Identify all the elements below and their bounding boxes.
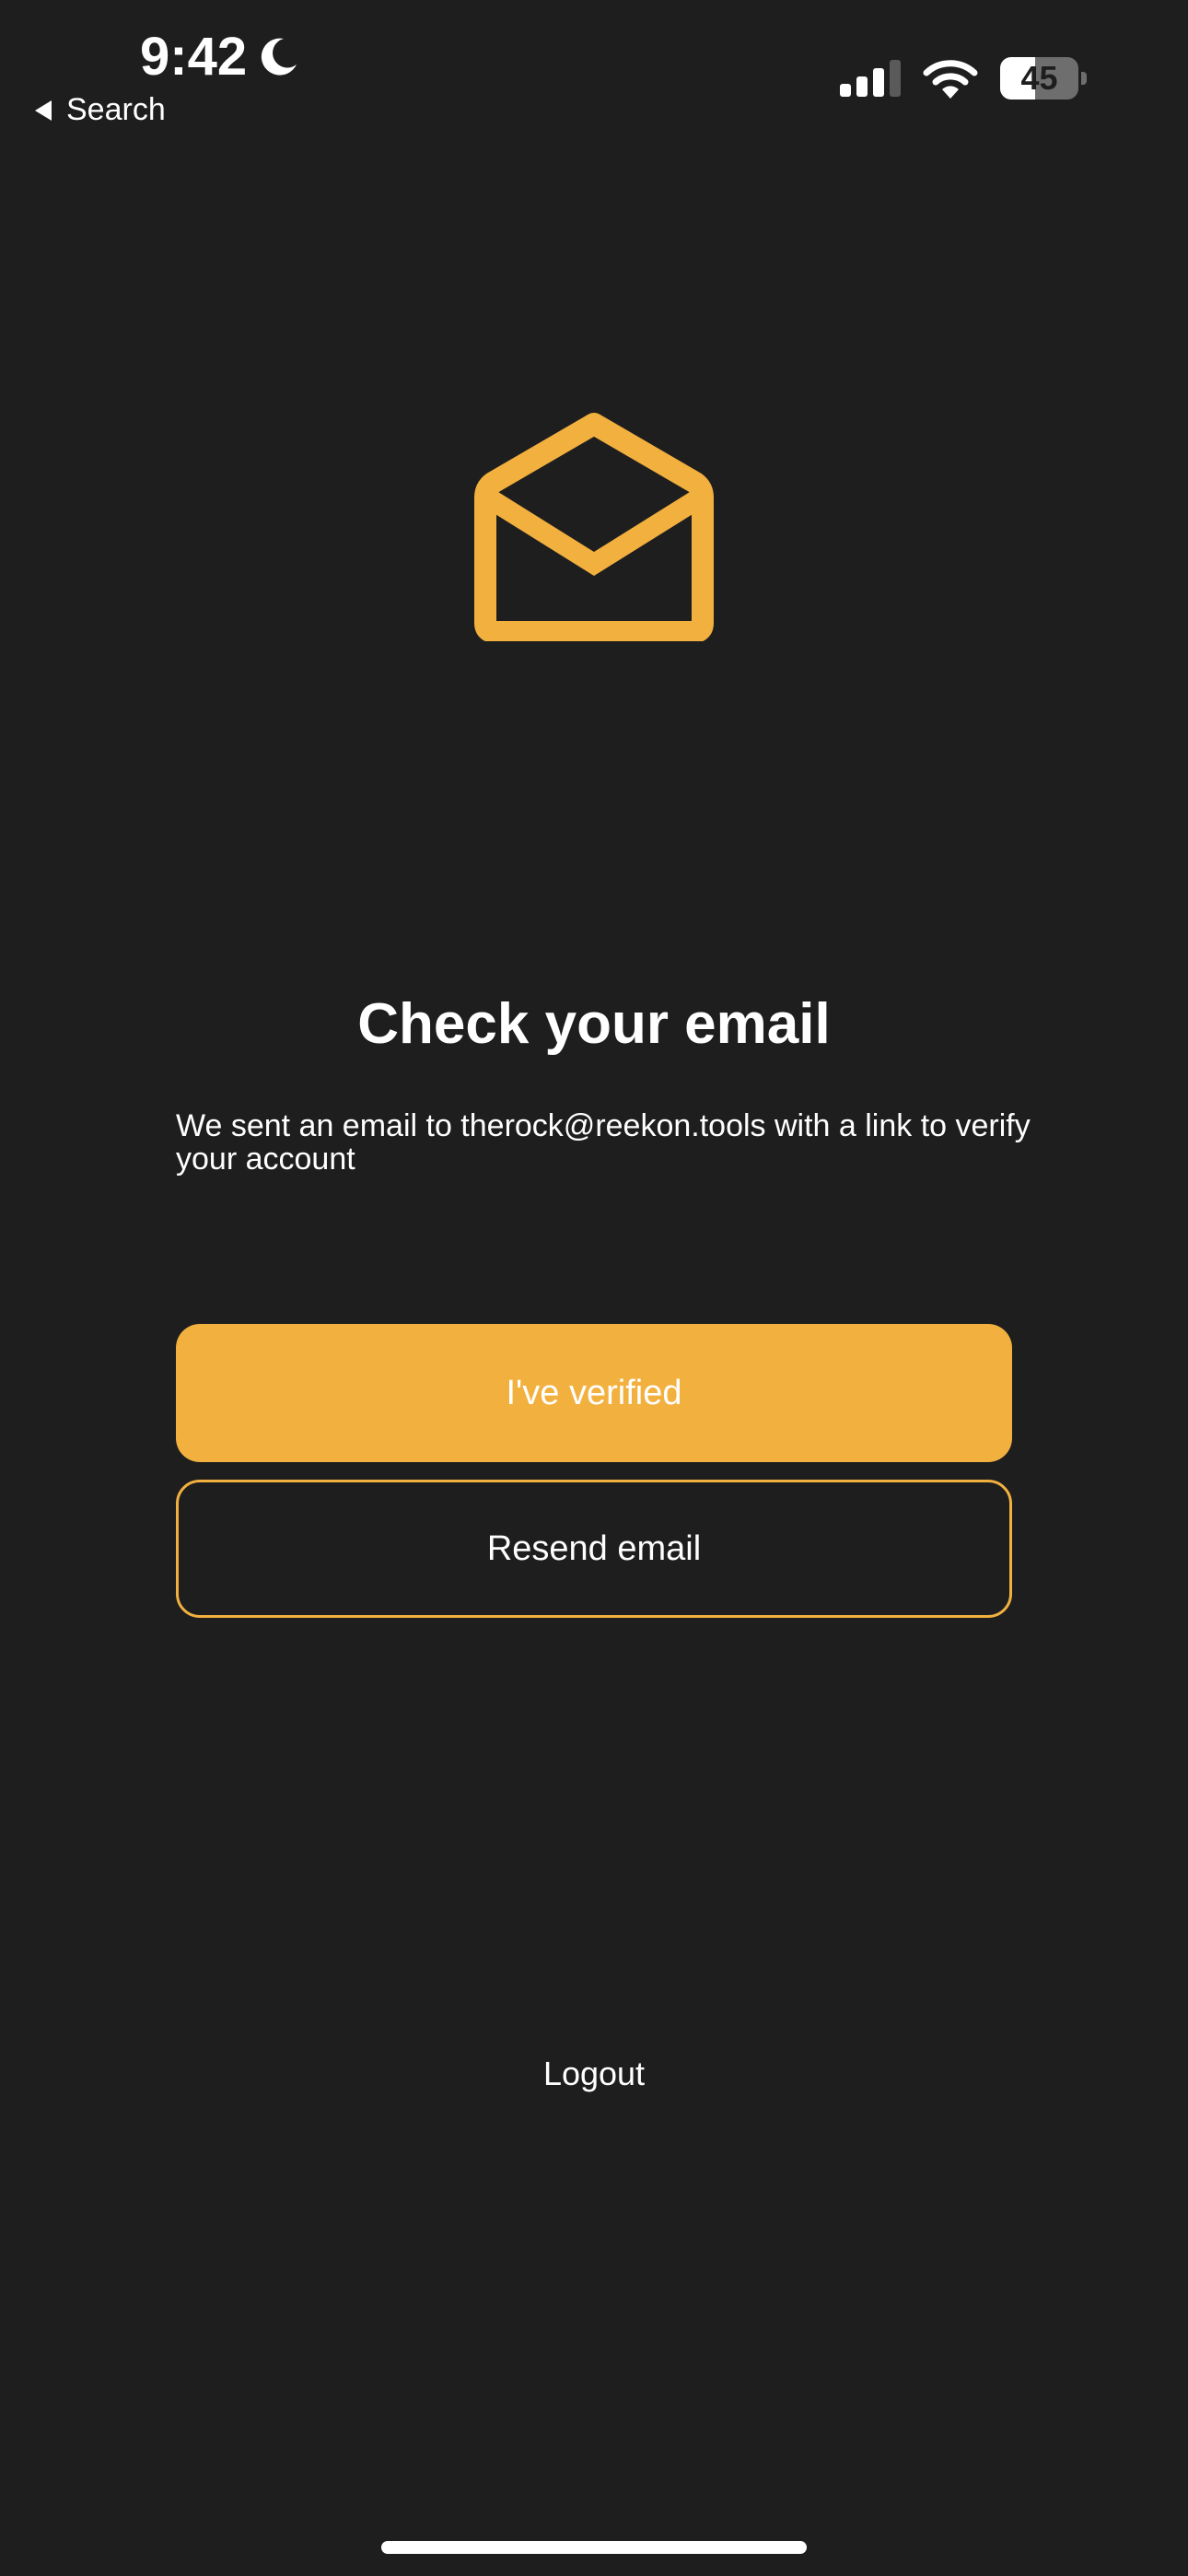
battery-body: 45 [1000, 57, 1079, 100]
battery-level: 45 [1020, 59, 1058, 97]
verified-button[interactable]: I've verified [176, 1324, 1012, 1462]
status-time: 9:42 [140, 26, 300, 88]
status-time-text: 9:42 [140, 27, 248, 87]
back-to-search-link[interactable]: Search [33, 92, 166, 128]
page-title: Check your email [357, 992, 831, 1056]
moon-icon [261, 38, 297, 76]
battery-cap [1081, 72, 1087, 85]
verified-button-label: I've verified [506, 1373, 682, 1412]
back-link-label: Search [66, 92, 166, 127]
verify-email-screen: 9:42 Search 45 Check your email We sent … [0, 0, 1188, 2576]
battery-indicator: 45 [1000, 57, 1087, 100]
back-triangle-icon [35, 100, 52, 121]
resend-email-button[interactable]: Resend email [176, 1480, 1012, 1618]
logout-link[interactable]: Logout [0, 2055, 1188, 2093]
wifi-icon [923, 60, 978, 99]
envelope-open-icon [474, 413, 714, 641]
resend-email-button-label: Resend email [486, 1528, 702, 1568]
verification-message: We sent an email to therock@reekon.tools… [176, 1108, 1031, 1177]
status-indicators: 45 [840, 57, 1087, 100]
cellular-signal-icon [840, 60, 901, 97]
home-indicator[interactable] [381, 2541, 807, 2554]
